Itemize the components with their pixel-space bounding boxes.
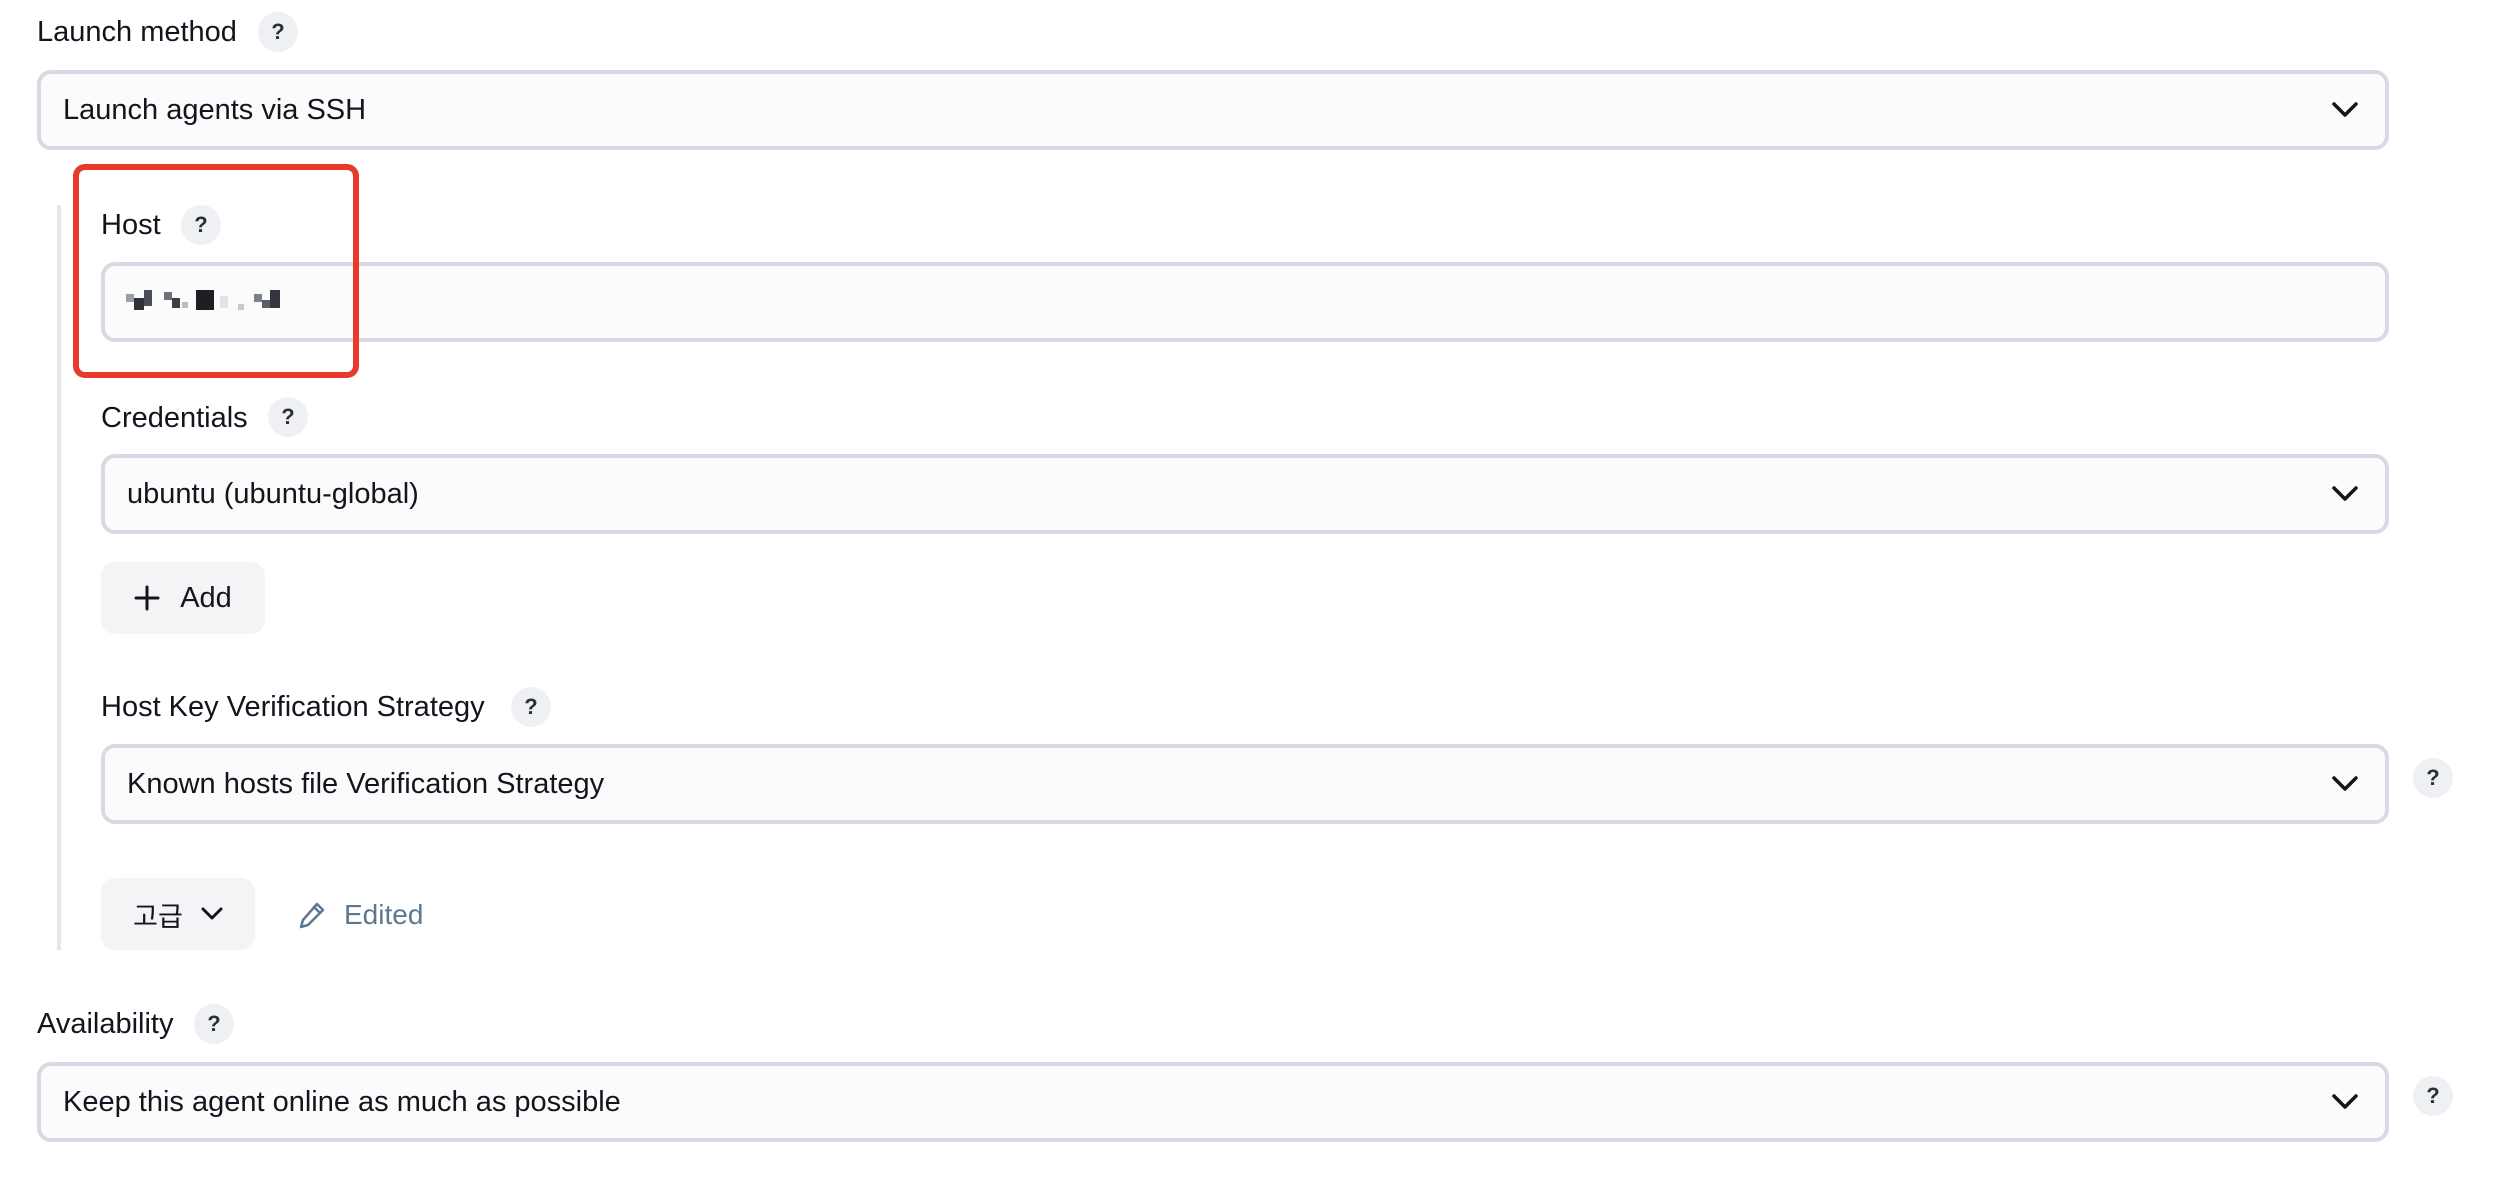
host-key-side-help-icon[interactable]: ? [2413,758,2453,798]
credentials-value: ubuntu (ubuntu-global) [127,477,419,510]
add-credentials-button[interactable]: Add [101,562,265,634]
highlight-annotation-box [73,164,359,378]
chevron-down-icon [201,907,223,921]
chevron-down-icon [2325,764,2365,804]
availability-label: Availability [37,1008,174,1040]
availability-select[interactable]: Keep this agent online as much as possib… [37,1062,2389,1142]
edited-label: Edited [344,899,424,930]
host-key-label: Host Key Verification Strategy [101,691,485,723]
launch-method-help-icon[interactable]: ? [258,12,298,52]
chevron-down-icon [2325,1082,2365,1122]
credentials-select[interactable]: ubuntu (ubuntu-global) [101,454,2389,534]
availability-side-help-icon[interactable]: ? [2413,1076,2453,1116]
availability-help-icon[interactable]: ? [194,1004,234,1044]
add-button-label: Add [180,581,232,614]
host-key-help-icon[interactable]: ? [511,687,551,727]
host-key-strategy-value: Known hosts file Verification Strategy [127,767,605,800]
plus-icon [134,585,160,611]
advanced-button-label: 고급 [133,901,183,933]
credentials-help-icon[interactable]: ? [268,397,308,437]
launch-method-select[interactable]: Launch agents via SSH [37,70,2389,150]
chevron-down-icon [2325,90,2365,130]
nested-group-rule [57,205,61,950]
launch-method-value: Launch agents via SSH [63,93,367,126]
host-key-strategy-select[interactable]: Known hosts file Verification Strategy [101,744,2389,824]
advanced-button[interactable]: 고급 [101,878,255,950]
chevron-down-icon [2325,474,2365,514]
edited-indicator: Edited [296,895,423,935]
host-input[interactable] [101,262,2389,342]
launch-method-label: Launch method [37,16,237,48]
credentials-label: Credentials [101,402,248,434]
availability-value: Keep this agent online as much as possib… [63,1085,621,1118]
pencil-icon [296,899,328,931]
